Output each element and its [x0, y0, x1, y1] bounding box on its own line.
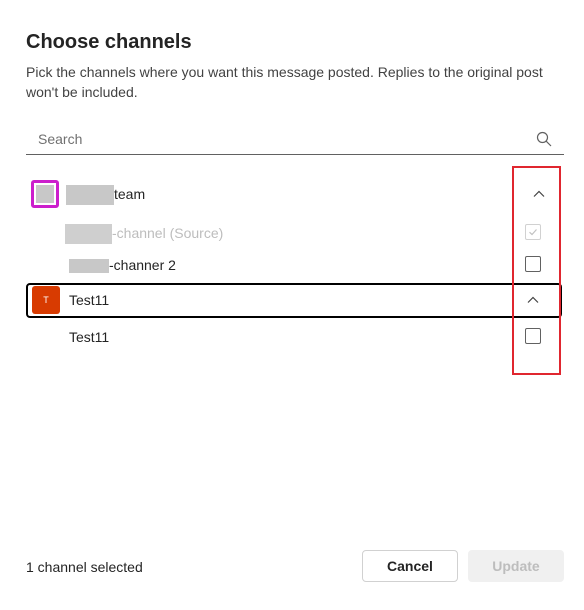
channel-checkbox-source[interactable]	[525, 224, 541, 240]
redacted-text-block	[65, 224, 112, 245]
channel-checkbox[interactable]	[525, 256, 541, 272]
dialog-title: Choose channels	[26, 31, 192, 53]
channel-checkbox[interactable]	[525, 328, 541, 344]
channel-row[interactable]: -channer 2	[26, 250, 564, 280]
chevron-up-icon[interactable]	[532, 187, 546, 201]
search-input[interactable]	[26, 124, 526, 154]
search-icon[interactable]	[536, 131, 552, 147]
channel-row: -channel (Source)	[26, 218, 564, 248]
checkmark-icon	[529, 229, 537, 236]
channel-label: Test11	[69, 329, 110, 345]
redacted-text-block	[66, 185, 114, 206]
team-avatar	[31, 180, 59, 208]
update-button[interactable]: Update	[468, 550, 564, 582]
channel-label-suffix: -channer 2	[109, 257, 176, 273]
team-row[interactable]: team	[26, 176, 564, 212]
channel-row[interactable]: Test11	[26, 322, 564, 352]
team-row-test11[interactable]: T Test11	[26, 283, 562, 318]
avatar-redacted-block	[36, 185, 54, 203]
team-name-suffix: team	[114, 186, 146, 202]
team-avatar: T	[32, 286, 60, 314]
chevron-up-icon[interactable]	[526, 293, 540, 307]
redacted-text-block	[69, 259, 109, 274]
team-name: Test11	[69, 292, 110, 308]
channel-label: -channel (Source)	[65, 223, 224, 245]
choose-channels-dialog: Choose channels Pick the channels where …	[0, 0, 584, 610]
channel-label: -channer 2	[69, 255, 176, 275]
channel-label-suffix: -channel (Source)	[112, 225, 224, 241]
selection-status: 1 channel selected	[26, 559, 143, 575]
dialog-description: Pick the channels where you want this me…	[26, 64, 543, 100]
cancel-button[interactable]: Cancel	[362, 550, 458, 582]
team-name: team	[66, 184, 146, 206]
search-box	[26, 124, 564, 155]
